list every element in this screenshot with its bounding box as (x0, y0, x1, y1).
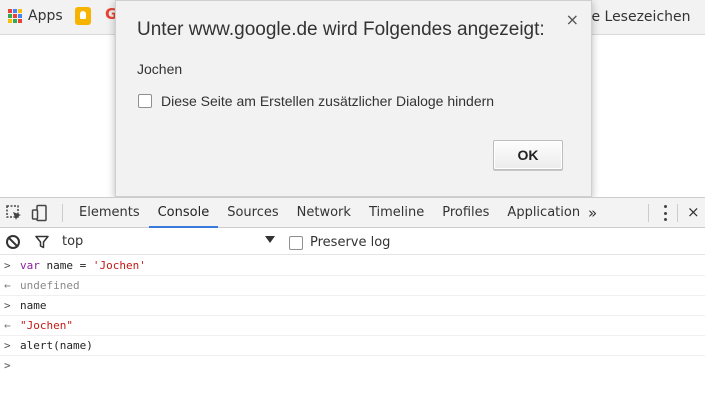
toolbar-divider (62, 204, 63, 222)
console-line: > var name = 'Jochen' (0, 256, 705, 276)
tab-sources[interactable]: Sources (218, 198, 287, 228)
console-line: > alert(name) (0, 336, 705, 356)
tab-network[interactable]: Network (288, 198, 360, 228)
apps-grid-icon (8, 9, 22, 23)
apps-label: Apps (28, 8, 63, 24)
tab-console[interactable]: Console (148, 198, 219, 228)
preserve-log-option[interactable]: Preserve log (289, 235, 390, 250)
keep-bookmark-icon[interactable] (75, 7, 91, 25)
toolbar-divider (677, 204, 678, 222)
preserve-log-checkbox[interactable] (289, 235, 303, 250)
console-output: > var name = 'Jochen' ← undefined > name… (0, 256, 705, 376)
alert-dialog: Unter www.google.de wird Folgendes angez… (115, 0, 592, 197)
code-keyword: var (20, 259, 40, 272)
ok-button[interactable]: OK (493, 140, 563, 170)
customize-menu-icon[interactable] (664, 205, 668, 221)
result-value: undefined (20, 279, 80, 292)
input-chevron-icon: > (4, 339, 11, 352)
devtools-toolbar: Elements Console Sources Network Timelin… (0, 198, 705, 228)
toolbar-divider (648, 204, 649, 222)
more-tabs-icon[interactable]: » (588, 204, 597, 222)
tab-timeline[interactable]: Timeline (360, 198, 433, 228)
tab-profiles[interactable]: Profiles (433, 198, 498, 228)
console-line: ← undefined (0, 276, 705, 296)
other-bookmarks[interactable]: re Lesezeichen (586, 9, 691, 25)
input-chevron-icon: > (4, 259, 11, 272)
suppress-dialogs-label[interactable]: Diese Seite am Erstellen zusätzlicher Di… (161, 93, 494, 109)
code-text: alert(name) (20, 339, 93, 352)
clear-console-icon[interactable] (6, 235, 20, 249)
devtools-tabs: Elements Console Sources Network Timelin… (70, 198, 589, 228)
dialog-message: Jochen (137, 61, 183, 77)
close-devtools-icon[interactable]: × (687, 203, 700, 221)
tab-elements[interactable]: Elements (70, 198, 149, 228)
code-text: name (20, 299, 47, 312)
console-prompt[interactable]: > (0, 356, 705, 376)
suppress-dialogs-option[interactable]: Diese Seite am Erstellen zusätzlicher Di… (138, 93, 494, 109)
device-mode-icon[interactable] (31, 204, 49, 222)
result-arrow-icon: ← (4, 319, 11, 332)
dialog-close-icon[interactable]: × (566, 10, 579, 29)
preserve-log-label[interactable]: Preserve log (310, 235, 390, 250)
console-toolbar: top Preserve log (0, 229, 705, 255)
suppress-dialogs-checkbox[interactable] (138, 94, 152, 108)
apps-shortcut[interactable]: Apps (8, 8, 63, 24)
dialog-title: Unter www.google.de wird Folgendes angez… (137, 19, 545, 40)
devtools-panel: Elements Console Sources Network Timelin… (0, 197, 705, 393)
code-string: 'Jochen' (92, 259, 146, 272)
console-line: > name (0, 296, 705, 316)
result-value: "Jochen" (20, 319, 73, 332)
result-arrow-icon: ← (4, 279, 11, 292)
inspect-element-icon[interactable] (5, 204, 23, 222)
filter-icon[interactable] (35, 235, 49, 249)
prompt-chevron-icon: > (4, 359, 11, 372)
input-chevron-icon: > (4, 299, 11, 312)
context-selector[interactable]: top (62, 234, 83, 249)
tab-application[interactable]: Application (498, 198, 589, 228)
code-text: name = (39, 259, 93, 272)
console-line: ← "Jochen" (0, 316, 705, 336)
context-dropdown-icon[interactable] (265, 236, 275, 243)
